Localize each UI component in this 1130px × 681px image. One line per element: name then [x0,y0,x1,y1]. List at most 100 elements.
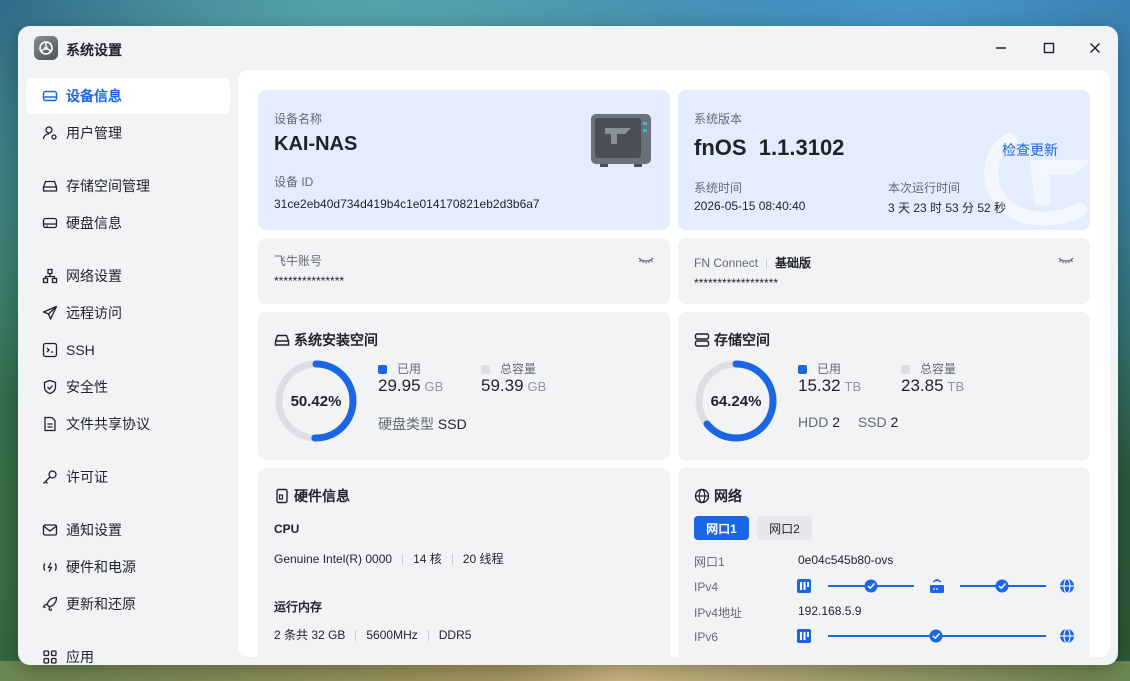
network-card: 网络 网口1 网口2 网口1 0e04c545b80-ovs IPv4 IPv4… [678,468,1090,657]
sidebar-item-label: 通知设置 [66,522,122,538]
network-icon [42,268,58,284]
chip-icon [274,488,290,504]
sidebar-item-label: 硬盘信息 [66,215,122,231]
file-icon [42,416,58,432]
uptime-label: 本次运行时间 [888,181,961,195]
ring-percent: 64.24% [710,392,762,410]
ipv6-topology [796,626,1076,651]
card-title-text: 系统安装空间 [294,332,378,348]
terminal-icon [42,342,58,358]
divider [766,258,768,269]
total-swatch [901,365,910,375]
sidebar-item-device-info[interactable]: 设备信息 [26,78,230,114]
total-unit: GB [527,379,547,394]
settings-window: 系统设置 设备信息 用户管理 存储空间管理 硬盘信息 网络设置 远程访问 SSH… [18,26,1118,665]
minimize-button[interactable] [990,38,1012,58]
sidebar-item-security[interactable]: 安全性 [26,369,230,405]
tab-port-1[interactable]: 网口1 [694,516,749,540]
total-value: 23.85 TB [901,376,964,396]
system-space-ring: 50.42% [274,359,358,443]
used-swatch [378,365,387,375]
fnconnect-edition: 基础版 [775,256,812,270]
storage-title: 存储空间 [694,330,770,350]
fnconnect-value: ****************** [694,276,779,290]
sidebar-item-label: 设备信息 [66,88,122,104]
key-icon [42,469,58,485]
fnconnect-name: FN Connect [694,256,759,270]
sidebar-item-user-management[interactable]: 用户管理 [26,115,230,151]
sidebar-item-label: 存储空间管理 [66,178,150,194]
ipv4-label: IPv4 [694,580,719,594]
used-label: 已用 [817,362,842,376]
tab-port-2[interactable]: 网口2 [757,516,812,540]
fnconnect-card: FN Connect 基础版 ****************** [678,238,1090,304]
user-icon [42,125,58,141]
port-label: 网口1 [694,555,725,569]
sidebar-item-label: 安全性 [66,379,108,395]
device-name: KAI-NAS [274,133,358,155]
server-icon [694,332,710,348]
mail-icon [42,522,58,538]
account-value: *************** [274,274,345,288]
close-button[interactable] [1084,38,1106,58]
used-value: 29.95 GB [378,376,443,396]
globe-icon [694,488,710,504]
total-legend: 总容量 [481,360,536,377]
eye-closed-icon[interactable] [1058,254,1074,272]
maximize-button[interactable] [1038,38,1060,58]
title-bar: 系统设置 [18,26,1118,70]
used-unit: TB [844,379,862,394]
sidebar-item-disk-info[interactable]: 硬盘信息 [26,205,230,241]
used-value: 15.32 TB [798,376,861,396]
cpu-model: Genuine Intel(R) 0000 [274,552,393,566]
sidebar-item-ssh[interactable]: SSH [26,332,230,368]
sidebar-item-apps[interactable]: 应用 [26,639,230,665]
settings-app-icon [34,36,58,60]
system-card: 系统版本 fnOS 1.1.3102 检查更新 系统时间 2026-05-15 … [678,90,1090,230]
disk-type-value: SSD [437,416,467,432]
total-value: 59.39 GB [481,376,546,396]
system-time-label: 系统时间 [694,181,743,195]
cpu-label: CPU [274,522,300,536]
nas-device-icon [590,112,652,173]
sidebar-item-label: 许可证 [66,469,108,485]
check-update-link[interactable]: 检查更新 [1002,140,1058,160]
used-swatch [798,365,807,375]
system-space-card: 系统安装空间 50.42% 已用 29.95 GB 总容量 59.39 GB 硬盘类… [258,312,670,460]
hardware-card: 硬件信息 CPU Genuine Intel(R) 0000 14 核 20 线程 … [258,468,670,657]
device-card: 设备名称 KAI-NAS 设备 ID 31ce2eb40d734d419b4c1… [258,90,670,230]
cpu-cores: 14 核 [413,552,442,566]
ssd-count: 2 [890,414,899,430]
sidebar-item-hardware-power[interactable]: 硬件和电源 [26,549,230,585]
device-name-label: 设备名称 [274,112,323,126]
account-label: 飞牛账号 [274,254,323,268]
sidebar-item-storage-management[interactable]: 存储空间管理 [26,168,230,204]
storage-icon [42,178,58,194]
hardware-title: 硬件信息 [274,486,350,506]
total-label: 总容量 [920,362,957,376]
sidebar-item-network-settings[interactable]: 网络设置 [26,258,230,294]
cpu-specs: Genuine Intel(R) 0000 14 核 20 线程 [274,550,503,567]
ssd-label: SSD [857,414,887,430]
port-value: 0e04c545b80-ovs [798,553,894,567]
sidebar-item-license[interactable]: 许可证 [26,459,230,495]
sidebar-item-notifications[interactable]: 通知设置 [26,512,230,548]
memory-specs: 2 条共 32 GB 5600MHz DDR5 [274,626,471,643]
total-swatch [481,365,490,375]
sidebar-item-update-restore[interactable]: 更新和还原 [26,586,230,622]
memory-slots: 2 条共 32 GB [274,628,346,642]
globe-icon [1060,578,1074,594]
used-legend: 已用 [798,360,841,377]
eye-closed-icon[interactable] [638,254,654,272]
total-legend: 总容量 [901,360,956,377]
globe-icon [1060,628,1074,644]
uptime-value: 3 天 23 时 53 分 52 秒 [888,201,1007,215]
card-title-text: 存储空间 [714,332,770,348]
sidebar-item-label: 硬件和电源 [66,559,136,575]
sidebar-item-file-sharing[interactable]: 文件共享协议 [26,406,230,442]
sidebar-item-remote-access[interactable]: 远程访问 [26,295,230,331]
device-id-label: 设备 ID [274,175,314,189]
window-title: 系统设置 [66,42,122,58]
network-title: 网络 [694,486,742,506]
used-label: 已用 [397,362,422,376]
